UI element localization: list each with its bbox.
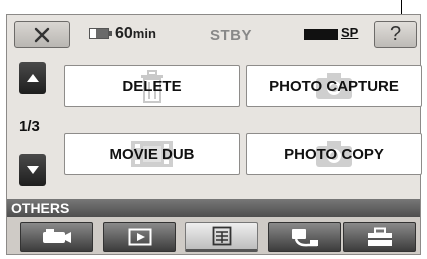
battery-unit: min (132, 26, 156, 41)
photo-copy-label: PHOTO COPY (284, 145, 384, 163)
arrow-down-icon (26, 166, 39, 174)
tab-edit[interactable] (185, 222, 258, 252)
help-button[interactable]: ? (374, 21, 417, 48)
photo-capture-button[interactable]: PHOTO CAPTURE (246, 65, 422, 107)
delete-button[interactable]: DELETE (64, 65, 240, 107)
camera-mode-icon (42, 229, 71, 243)
battery-value: 60 (115, 25, 133, 42)
lcd-panel: 60min STBY SP ? 1/3 DELETE PHOTO CAPTURE… (6, 14, 422, 255)
record-bar-icon (304, 29, 338, 40)
delete-label: DELETE (122, 77, 182, 95)
playback-icon (128, 228, 151, 246)
tab-settings[interactable] (343, 222, 416, 252)
tab-playback[interactable] (103, 222, 176, 252)
print-icon (291, 229, 318, 247)
arrow-up-icon (26, 74, 39, 82)
toolbox-icon (367, 227, 392, 246)
section-label: OTHERS (11, 200, 70, 216)
help-label: ? (389, 23, 402, 45)
movie-dub-button[interactable]: MOVIE DUB (64, 133, 240, 175)
page-up-button[interactable] (19, 62, 46, 94)
battery-icon (89, 28, 112, 39)
close-icon (34, 27, 50, 42)
page-indicator: 1/3 (19, 118, 40, 135)
status-bar: 60min STBY SP ? (7, 15, 420, 51)
category-tabs (7, 217, 420, 254)
photo-copy-button[interactable]: PHOTO COPY (246, 133, 422, 175)
tab-print[interactable] (268, 222, 341, 252)
mode-status: STBY (210, 27, 253, 44)
edit-menu-icon (212, 226, 231, 246)
page-down-button[interactable] (19, 154, 46, 186)
battery-remaining: 60min (115, 25, 156, 43)
section-header: OTHERS (7, 199, 420, 217)
photo-capture-label: PHOTO CAPTURE (269, 77, 399, 95)
quality-indicator: SP (341, 25, 359, 40)
close-button[interactable] (14, 21, 70, 48)
tab-camera[interactable] (20, 222, 93, 252)
movie-dub-label: MOVIE DUB (109, 145, 195, 163)
